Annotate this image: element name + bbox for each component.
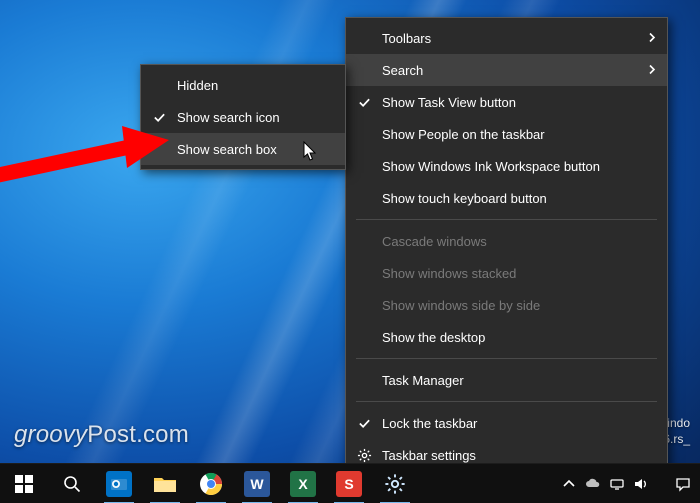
taskbar-left: WXS: [0, 464, 418, 503]
main-menu-item-label: Show People on the taskbar: [382, 127, 639, 142]
taskbar-app-chrome[interactable]: [188, 464, 234, 503]
main-menu-item-label: Show the desktop: [382, 330, 639, 345]
tray-volume-icon[interactable]: [630, 464, 652, 503]
main-menu-item-label: Toolbars: [382, 31, 639, 46]
check-icon: [346, 417, 382, 430]
search-button[interactable]: [48, 464, 96, 503]
check-icon: [141, 111, 177, 124]
windows-logo-icon: [15, 475, 33, 493]
check-icon: [346, 96, 382, 109]
main-menu-item-label: Taskbar settings: [382, 448, 639, 463]
taskbar-app-snagit[interactable]: S: [326, 464, 372, 503]
notification-icon: [675, 476, 691, 492]
watermark: groovyPost.com: [14, 421, 189, 449]
sub-menu-item-showbox[interactable]: Show search box: [141, 133, 345, 165]
main-menu-item-label: Lock the taskbar: [382, 416, 639, 431]
main-menu-item-label: Search: [382, 63, 639, 78]
taskbar-apps: WXS: [96, 464, 418, 503]
main-menu-item-taskmgr[interactable]: Task Manager: [346, 364, 667, 396]
search-submenu[interactable]: Hidden Show search icon Show search box: [140, 64, 346, 170]
network-icon: [609, 476, 625, 492]
cloud-icon: [585, 476, 601, 492]
main-menu-item-showdesktop[interactable]: Show the desktop: [346, 321, 667, 353]
main-menu-item-label: Show windows side by side: [382, 298, 639, 313]
taskbar[interactable]: WXS: [0, 463, 700, 503]
main-menu-item-people[interactable]: Show People on the taskbar: [346, 118, 667, 150]
main-menu-item-taskview[interactable]: Show Task View button: [346, 86, 667, 118]
sub-menu-item-label: Hidden: [177, 78, 317, 93]
main-menu-item-sidebyside: Show windows side by side: [346, 289, 667, 321]
snagit-icon: S: [336, 471, 362, 497]
tray-onedrive-icon[interactable]: [582, 464, 604, 503]
main-menu-separator: [356, 219, 657, 220]
main-menu-item-toolbars[interactable]: Toolbars: [346, 22, 667, 54]
excel-icon: X: [290, 471, 316, 497]
search-icon: [63, 475, 81, 493]
sub-menu-item-showicon[interactable]: Show search icon: [141, 101, 345, 133]
taskbar-app-file-explorer[interactable]: [142, 464, 188, 503]
main-menu-item-label: Task Manager: [382, 373, 639, 388]
main-menu-item-ink[interactable]: Show Windows Ink Workspace button: [346, 150, 667, 182]
watermark-brand-first: groovy: [14, 421, 87, 448]
watermark-brand-second: Post: [87, 421, 136, 448]
gear-icon: [346, 448, 382, 463]
outlook-icon: [106, 471, 132, 497]
main-menu-item-label: Show Windows Ink Workspace button: [382, 159, 639, 174]
desktop[interactable]: groovyPost.com Windo 17686.rs_ ToolbarsS…: [0, 0, 700, 503]
tray-overflow-button[interactable]: [558, 464, 580, 503]
tray-network-icon[interactable]: [606, 464, 628, 503]
sub-menu-item-label: Show search box: [177, 142, 317, 157]
word-icon: W: [244, 471, 270, 497]
chrome-icon: [198, 471, 224, 497]
chevron-up-icon: [561, 476, 577, 492]
main-menu-item-stacked: Show windows stacked: [346, 257, 667, 289]
sub-menu-item-label: Show search icon: [177, 110, 317, 125]
chevron-right-icon: [647, 63, 657, 78]
action-center-button[interactable]: [672, 464, 694, 503]
watermark-suffix: .com: [136, 421, 189, 448]
main-menu-item-label: Show Task View button: [382, 95, 639, 110]
system-tray[interactable]: [558, 464, 700, 503]
file-explorer-icon: [152, 471, 178, 497]
taskbar-app-word[interactable]: W: [234, 464, 280, 503]
taskbar-app-excel[interactable]: X: [280, 464, 326, 503]
settings-icon: [382, 471, 408, 497]
taskbar-app-settings[interactable]: [372, 464, 418, 503]
start-button[interactable]: [0, 464, 48, 503]
taskbar-context-menu[interactable]: Toolbars Search Show Task View button Show …: [345, 17, 668, 476]
main-menu-separator: [356, 401, 657, 402]
main-menu-item-label: Cascade windows: [382, 234, 639, 249]
main-menu-separator: [356, 358, 657, 359]
main-menu-item-label: Show windows stacked: [382, 266, 639, 281]
taskbar-app-outlook[interactable]: [96, 464, 142, 503]
main-menu-item-label: Show touch keyboard button: [382, 191, 639, 206]
main-menu-item-touchkb[interactable]: Show touch keyboard button: [346, 182, 667, 214]
main-menu-item-cascade: Cascade windows: [346, 225, 667, 257]
main-menu-item-lock[interactable]: Lock the taskbar: [346, 407, 667, 439]
chevron-right-icon: [647, 31, 657, 46]
sub-menu-item-hidden[interactable]: Hidden: [141, 69, 345, 101]
volume-icon: [633, 476, 649, 492]
main-menu-item-search[interactable]: Search: [346, 54, 667, 86]
